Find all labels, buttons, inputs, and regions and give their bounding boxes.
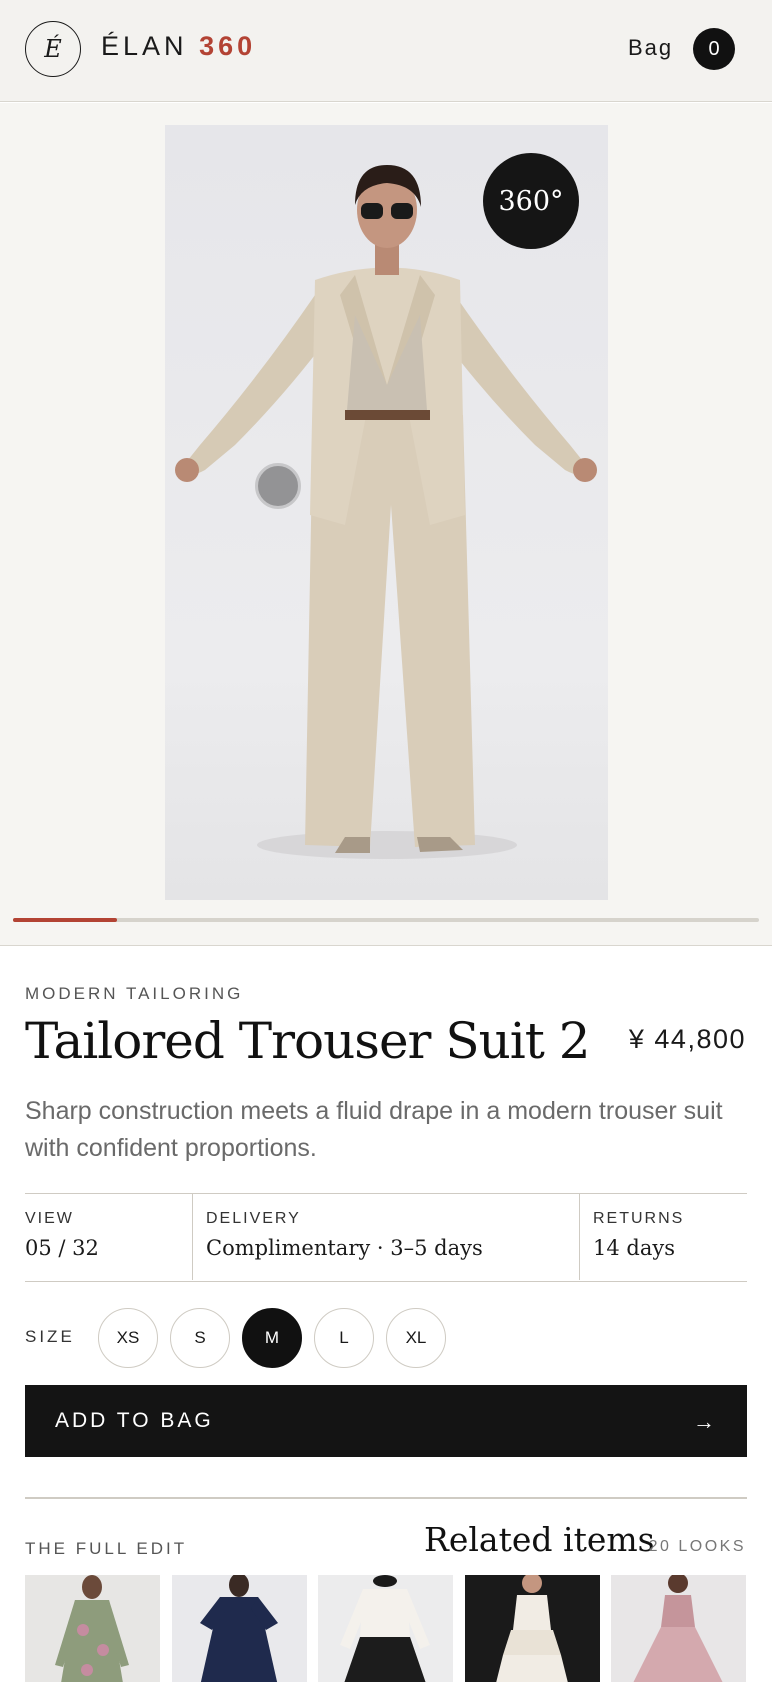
related-items-carousel[interactable] <box>25 1575 772 1682</box>
size-label: SIZE <box>25 1327 75 1346</box>
rotate-drag-handle[interactable] <box>255 463 301 509</box>
brand-word: ÉLAN <box>101 31 188 61</box>
product-description: Sharp construction meets a fluid drape i… <box>25 1097 723 1162</box>
size-option-s[interactable]: S <box>170 1308 230 1368</box>
size-option-m[interactable]: M <box>242 1308 302 1368</box>
related-item-ruffle-blouse-skirt[interactable] <box>318 1575 453 1682</box>
floral-dress-thumbnail <box>25 1575 160 1682</box>
brand-name[interactable]: ÉLAN 360 <box>101 31 256 62</box>
add-to-bag-label: ADD TO BAG <box>55 1409 214 1432</box>
info-delivery: DELIVERY Complimentary · 3–5 days <box>192 1194 579 1280</box>
site-header: É ÉLAN 360 Bag 0 <box>0 0 772 102</box>
related-items-title: Related items <box>424 1520 655 1559</box>
info-returns-value: 14 days <box>593 1236 676 1260</box>
product-title: Tailored Trouser Suit 2 <box>25 1012 591 1070</box>
pink-gown-thumbnail <box>611 1575 746 1682</box>
related-item-floral-dress[interactable] <box>25 1575 160 1682</box>
info-view: VIEW 05 / 32 <box>25 1194 192 1280</box>
looks-count[interactable]: 20 LOOKS <box>649 1538 746 1556</box>
product-price: ¥ 44,800 <box>628 1024 746 1054</box>
info-delivery-value: Complimentary · 3–5 days <box>206 1236 483 1260</box>
size-option-xl[interactable]: XL <box>386 1308 446 1368</box>
related-item-tiered-white-dress[interactable] <box>465 1575 600 1682</box>
size-option-l[interactable]: L <box>314 1308 374 1368</box>
gallery-progress-track[interactable] <box>13 918 759 922</box>
section-divider <box>25 1497 747 1499</box>
arrow-right-icon: → <box>693 1409 715 1434</box>
bag-count-badge[interactable]: 0 <box>693 28 735 70</box>
bag-button[interactable]: Bag <box>628 35 673 61</box>
white-dress-thumbnail <box>465 1575 600 1682</box>
product-gallery[interactable]: 360° <box>0 103 772 946</box>
info-returns: RETURNS 14 days <box>579 1194 747 1280</box>
rotate-360-badge[interactable]: 360° <box>483 153 579 249</box>
full-edit-label: THE FULL EDIT <box>25 1539 188 1558</box>
ruffle-blouse-thumbnail <box>318 1575 453 1682</box>
brand-accent: 360 <box>199 31 257 61</box>
logo-mark[interactable]: É <box>25 21 81 77</box>
info-view-value: 05 / 32 <box>25 1236 99 1260</box>
info-delivery-label: DELIVERY <box>206 1210 301 1227</box>
info-returns-label: RETURNS <box>593 1210 685 1227</box>
related-item-pink-gown[interactable] <box>611 1575 746 1682</box>
related-item-navy-dress[interactable] <box>172 1575 307 1682</box>
gallery-progress-fill <box>13 918 118 922</box>
size-option-xs[interactable]: XS <box>98 1308 158 1368</box>
product-category: MODERN TAILORING <box>25 984 244 1003</box>
product-info-row: VIEW 05 / 32 DELIVERY Complimentary · 3–… <box>25 1193 747 1282</box>
info-view-label: VIEW <box>25 1210 74 1227</box>
navy-dress-thumbnail <box>172 1575 307 1682</box>
add-to-bag-button[interactable]: ADD TO BAG → <box>25 1385 747 1457</box>
